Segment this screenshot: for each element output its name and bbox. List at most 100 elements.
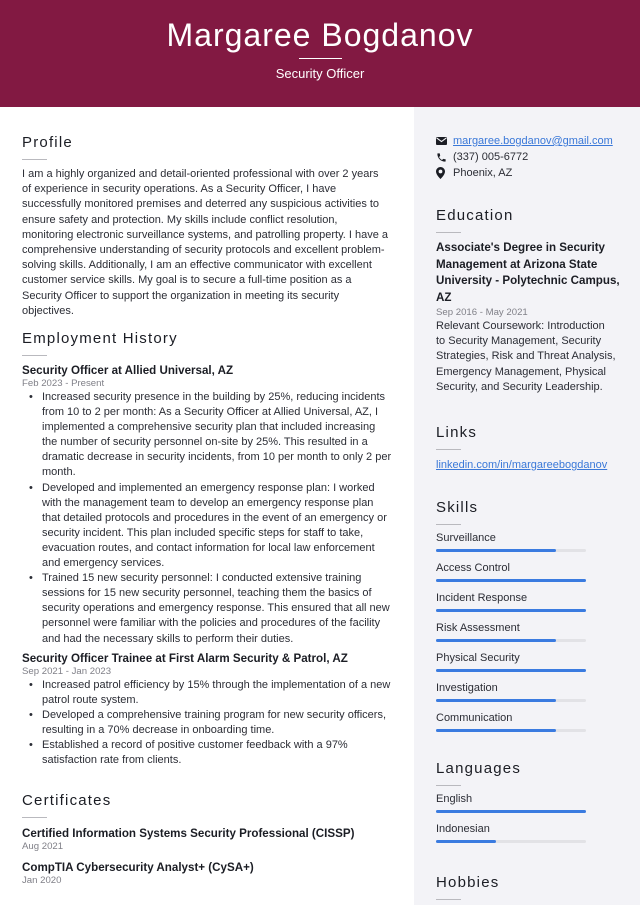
degree-title: Associate's Degree in Security Managemen… [436, 241, 620, 304]
profile-section: Profile I am a highly organized and deta… [22, 134, 392, 319]
language-level-bar [436, 840, 586, 843]
job-bullets: Increased security presence in the build… [29, 390, 392, 647]
certificate-date: Aug 2021 [22, 841, 64, 852]
employment-heading: Employment History [22, 330, 178, 347]
skill-label: Incident Response [436, 592, 528, 604]
skill-level-bar [436, 639, 586, 642]
skill-label: Access Control [436, 562, 510, 574]
skill-label: Surveillance [436, 532, 496, 544]
skill-label: Physical Security [436, 652, 520, 664]
skill-level-bar [436, 699, 586, 702]
languages-section: Languages English Indonesian [436, 760, 620, 853]
candidate-title: Security Officer [275, 66, 365, 81]
languages-heading: Languages [436, 760, 522, 777]
certificates-heading: Certificates [22, 792, 112, 809]
section-divider [22, 355, 47, 356]
section-divider [436, 449, 461, 450]
header-divider [299, 58, 342, 59]
job-title: Security Officer at Allied Universal, AZ [22, 364, 234, 377]
certificate-item: CompTIA Cybersecurity Analyst+ (CySA+) J… [22, 861, 392, 886]
skill-level-fill [436, 549, 556, 552]
skill-item: Surveillance [436, 532, 620, 552]
skill-label: Investigation [436, 682, 498, 694]
profile-heading: Profile [22, 134, 73, 151]
links-section: Links linkedin.com/in/margareebogdanov [436, 424, 620, 471]
language-level-fill [436, 840, 496, 843]
job-bullet: Established a record of positive custome… [29, 738, 392, 768]
skill-level-fill [436, 639, 556, 642]
skill-level-bar [436, 579, 586, 582]
education-section: Education Associate's Degree in Security… [436, 207, 620, 395]
employment-section: Employment History Security Officer at A… [22, 330, 392, 768]
contact-email: margaree.bogdanov@gmail.com [436, 133, 620, 149]
skill-level-fill [436, 729, 556, 732]
skill-item: Incident Response [436, 592, 620, 612]
skill-level-bar [436, 549, 586, 552]
skill-level-fill [436, 579, 586, 582]
skill-item: Risk Assessment [436, 622, 620, 642]
skills-heading: Skills [436, 499, 479, 516]
language-level-fill [436, 810, 586, 813]
job-bullet: Increased security presence in the build… [29, 390, 392, 481]
language-label: English [436, 793, 473, 805]
education-heading: Education [436, 207, 514, 224]
phone-number: (337) 005-6772 [453, 151, 529, 163]
skill-level-bar [436, 729, 586, 732]
language-level-bar [436, 810, 586, 813]
skill-level-fill [436, 609, 586, 612]
section-divider [436, 899, 461, 900]
skill-level-bar [436, 609, 586, 612]
resume-header: Margaree Bogdanov Security Officer [0, 0, 640, 107]
job-entry: Security Officer Trainee at First Alarm … [22, 652, 392, 769]
certificate-date: Jan 2020 [22, 875, 62, 886]
section-divider [22, 817, 47, 818]
skill-item: Communication [436, 712, 620, 732]
job-dates: Feb 2023 - Present [22, 378, 105, 389]
skill-item: Physical Security [436, 652, 620, 672]
links-heading: Links [436, 424, 478, 441]
education-dates: Sep 2016 - May 2021 [436, 307, 528, 318]
contact-block: margaree.bogdanov@gmail.com (337) 005-67… [436, 133, 620, 181]
skill-item: Investigation [436, 682, 620, 702]
contact-phone: (337) 005-6772 [436, 149, 620, 165]
skill-label: Risk Assessment [436, 622, 520, 634]
skill-level-fill [436, 669, 586, 672]
linkedin-link[interactable]: linkedin.com/in/margareebogdanov [436, 459, 620, 471]
certificate-item: Certified Information Systems Security P… [22, 827, 392, 852]
section-divider [436, 785, 461, 786]
section-divider [436, 524, 461, 525]
job-dates: Sep 2021 - Jan 2023 [22, 665, 112, 677]
certificate-name: CompTIA Cybersecurity Analyst+ (CySA+) [22, 861, 254, 874]
languages-list: English Indonesian [436, 793, 620, 843]
location-text: Phoenix, AZ [453, 167, 513, 179]
skill-level-fill [436, 699, 556, 702]
certificate-name: Certified Information Systems Security P… [22, 827, 355, 840]
section-divider [22, 159, 47, 160]
job-bullets: Increased patrol efficiency by 15% throu… [29, 678, 392, 769]
skills-list: Surveillance Access Control Incident Respo… [436, 532, 620, 732]
skill-level-bar [436, 669, 586, 672]
job-title: Security Officer Trainee at First Alarm … [22, 651, 348, 665]
envelope-icon [436, 137, 453, 145]
job-bullet: Developed a comprehensive training progr… [29, 708, 392, 738]
skills-section: Skills Surveillance Access Control Inciden… [436, 499, 620, 742]
job-bullet: Trained 15 new security personnel: I con… [29, 571, 392, 646]
map-pin-icon [436, 167, 453, 179]
phone-icon [436, 152, 453, 163]
candidate-name: Margaree Bogdanov [166, 17, 474, 53]
email-link[interactable]: margaree.bogdanov@gmail.com [453, 135, 613, 147]
hobbies-heading: Hobbies [436, 874, 500, 891]
section-divider [436, 232, 461, 233]
profile-text: I am a highly organized and detail-orien… [22, 168, 389, 317]
job-bullet: Developed and implemented an emergency r… [29, 481, 392, 572]
education-description: Relevant Coursework: Introduction to Sec… [436, 320, 616, 393]
job-entry: Security Officer at Allied Universal, AZ… [22, 364, 392, 647]
skill-item: Access Control [436, 562, 620, 582]
job-bullet: Increased patrol efficiency by 15% throu… [29, 678, 392, 708]
hobbies-section: Hobbies [436, 874, 620, 900]
skill-label: Communication [436, 712, 513, 724]
language-item: Indonesian [436, 823, 620, 843]
language-item: English [436, 793, 620, 813]
certificates-section: Certificates Certified Information Syste… [22, 792, 392, 886]
contact-location: Phoenix, AZ [436, 165, 620, 181]
